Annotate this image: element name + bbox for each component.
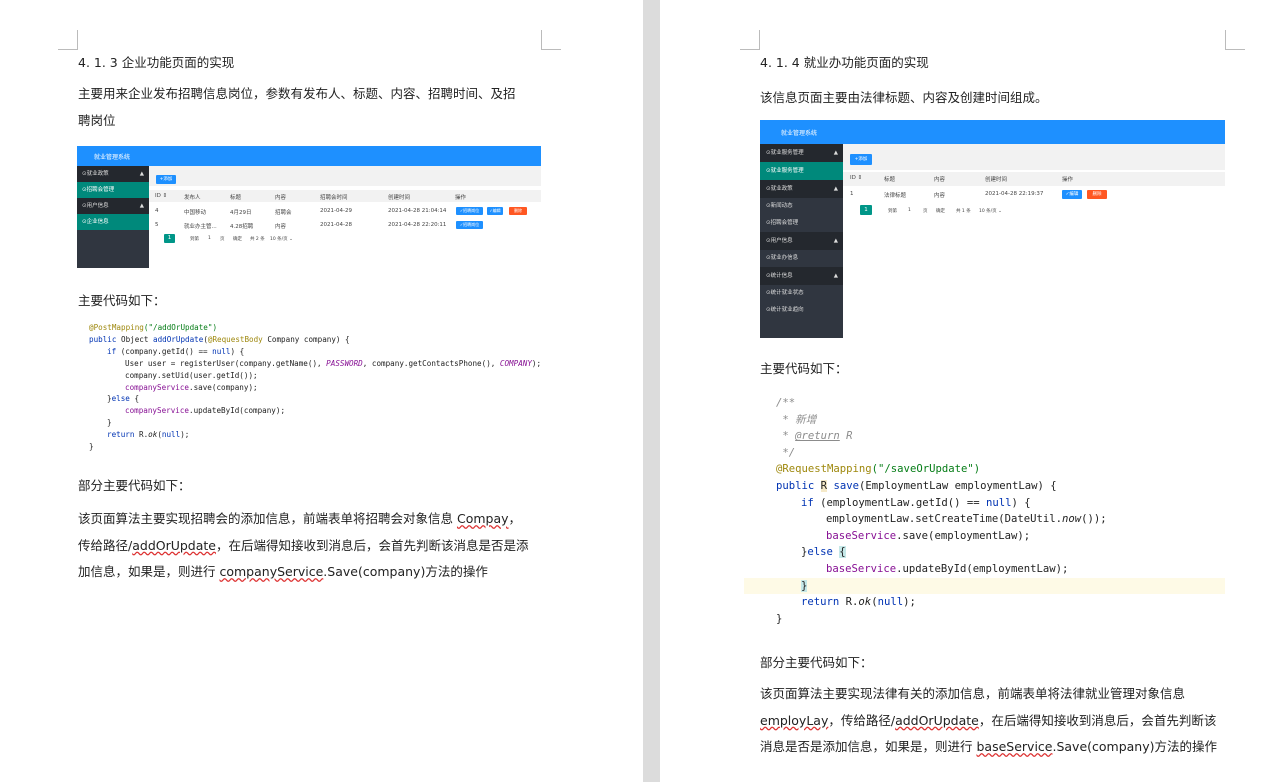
sidebar-item: ⊙新闻动态 [766, 203, 793, 209]
pager-current: 1 [164, 234, 175, 243]
table-cell: 1 [850, 191, 854, 197]
table-cell: 2021-04-28 [320, 222, 352, 228]
toolbar [843, 144, 1225, 170]
sidebar-item: ⊙用户信息 ▲ [760, 232, 843, 250]
pager-goto: 到第 [190, 237, 199, 242]
column-header: 创建时间 [388, 195, 411, 201]
sidebar-item: ⊙就业办信息 [766, 255, 799, 261]
document-page-left: 4. 1. 3 企业功能页面的实现 主要用来企业发布招聘信息岗位，参数有发布人、… [0, 0, 643, 782]
table-cell: 2021-04-28 22:19:37 [985, 191, 1044, 197]
sidebar-item: ⊙就业服务管理 ▲ [760, 144, 843, 162]
app-title: 就业管理系统 [781, 130, 818, 137]
sidebar: ⊙就业政策 ▲ ⊙招聘会管理 ⊙用户信息 ▲ ⊙企业信息 [77, 166, 149, 268]
part-code-heading: 部分主要代码如下： [78, 478, 191, 493]
pager-input: 1 [908, 208, 911, 213]
delete-button: 删除 [509, 207, 527, 215]
crop-mark [541, 30, 561, 50]
crop-mark [1225, 30, 1245, 50]
column-header: 标题 [230, 195, 242, 201]
sidebar-item: ⊙统计就业状态 [766, 290, 804, 296]
embedded-screenshot-office: 就业管理系统 ⊙就业服务管理 ▲ ⊙就业服务管理 ⊙就业政策 ▲ ⊙新闻动态 ⊙招聘… [760, 120, 1225, 338]
description-paragraph: 该页面算法主要实现招聘会的添加信息，前端表单将招聘会对象信息 Compay， 传… [78, 511, 529, 579]
table-cell: 招聘会 [275, 210, 292, 216]
app-header: 就业管理系统 [77, 146, 541, 166]
pager-size: 10 条/页 ⌄ [270, 237, 293, 242]
pager-unit: 页 [220, 237, 225, 242]
edit-button: ✓编辑 [487, 207, 503, 215]
column-header: ID ⇕ [850, 175, 863, 181]
code-heading: 主要代码如下： [78, 293, 166, 308]
column-header: 内容 [934, 177, 946, 183]
table-cell: 就业办主管... [184, 224, 217, 230]
part-code-heading: 部分主要代码如下： [760, 655, 873, 670]
table-cell: 内容 [934, 193, 946, 199]
column-header: ID ⇕ [155, 193, 168, 199]
table-cell: 内容 [275, 224, 287, 230]
pager-confirm: 确定 [233, 237, 242, 242]
add-button: +添加 [156, 175, 176, 184]
table-cell: 中国移动 [184, 210, 207, 216]
recruit-post-button: ✓招聘岗位 [456, 207, 483, 215]
column-header: 招聘会时间 [320, 195, 348, 201]
table-cell: 5 [155, 222, 159, 228]
column-header: 创建时间 [985, 177, 1008, 183]
column-header: 操作 [1062, 177, 1074, 183]
sidebar-item: ⊙就业政策 ▲ [77, 166, 149, 182]
pager-goto: 到第 [888, 209, 897, 214]
section-heading: 4. 1. 4 就业办功能页面的实现 [760, 55, 929, 70]
description-paragraph: 该页面算法主要实现法律有关的添加信息，前端表单将法律就业管理对象信息 emplo… [760, 686, 1218, 754]
code-heading: 主要代码如下： [760, 361, 848, 376]
column-header: 发布人 [184, 195, 201, 201]
table-cell: 2021-04-29 [320, 208, 352, 214]
pager-unit: 页 [923, 209, 928, 214]
table-cell: 4.28招聘 [230, 224, 254, 230]
section-heading: 4. 1. 3 企业功能页面的实现 [78, 55, 235, 70]
sidebar: ⊙就业服务管理 ▲ ⊙就业服务管理 ⊙就业政策 ▲ ⊙新闻动态 ⊙招聘会管理 ⊙用户… [760, 144, 843, 338]
crop-mark [58, 30, 78, 50]
sidebar-item: ⊙用户信息 ▲ [77, 198, 149, 214]
code-block-right: /** * 新增 * @return R */@RequestMapping("… [744, 395, 1225, 627]
crop-mark [740, 30, 760, 50]
toolbar [149, 166, 541, 186]
table-cell: 2021-04-28 22:20:11 [388, 222, 447, 228]
pager-total: 共 1 条 [956, 209, 971, 214]
sidebar-item: ⊙招聘会管理 [766, 220, 799, 226]
embedded-screenshot-company: 就业管理系统 ⊙就业政策 ▲ ⊙招聘会管理 ⊙用户信息 ▲ ⊙企业信息 +添加 ID… [77, 146, 541, 268]
sidebar-item-active: ⊙企业信息 [77, 214, 149, 230]
pager-current: 1 [860, 205, 872, 215]
intro-paragraph: 主要用来企业发布招聘信息岗位，参数有发布人、标题、内容、招聘时间、及招 聘岗位 [78, 86, 516, 128]
code-block-left: @PostMapping("/addOrUpdate") public Objec… [89, 323, 542, 452]
edit-button: ✓编辑 [1062, 190, 1082, 199]
sidebar-item-active: ⊙就业服务管理 [760, 162, 843, 180]
delete-button: 删除 [1087, 190, 1107, 199]
sidebar-item: ⊙统计就业趋向 [766, 307, 804, 313]
table-cell: 4 [155, 208, 159, 214]
table-cell: 2021-04-28 21:04:14 [388, 208, 447, 214]
sidebar-item: ⊙统计信息 ▲ [760, 267, 843, 285]
sidebar-item-active: ⊙招聘会管理 [77, 182, 149, 198]
column-header: 标题 [884, 177, 896, 183]
table-cell: 4月29日 [230, 210, 252, 216]
pager-total: 共 2 条 [250, 237, 265, 242]
table-cell: 法律标题 [884, 193, 907, 199]
table-header [843, 172, 1225, 186]
column-header: 操作 [455, 195, 467, 201]
recruit-post-button: ✓招聘岗位 [456, 221, 483, 229]
add-button: +添加 [850, 154, 872, 165]
app-title: 就业管理系统 [94, 154, 131, 161]
sidebar-item: ⊙就业政策 ▲ [760, 180, 843, 198]
document-page-right [660, 0, 1271, 782]
intro-paragraph: 该信息页面主要由法律标题、内容及创建时间组成。 [760, 90, 1048, 105]
pager-confirm: 确定 [936, 209, 945, 214]
pager-input: 1 [208, 236, 211, 241]
pager-size: 10 条/页 ⌄ [979, 209, 1002, 214]
column-header: 内容 [275, 195, 287, 201]
app-header: 就业管理系统 [760, 120, 1225, 144]
